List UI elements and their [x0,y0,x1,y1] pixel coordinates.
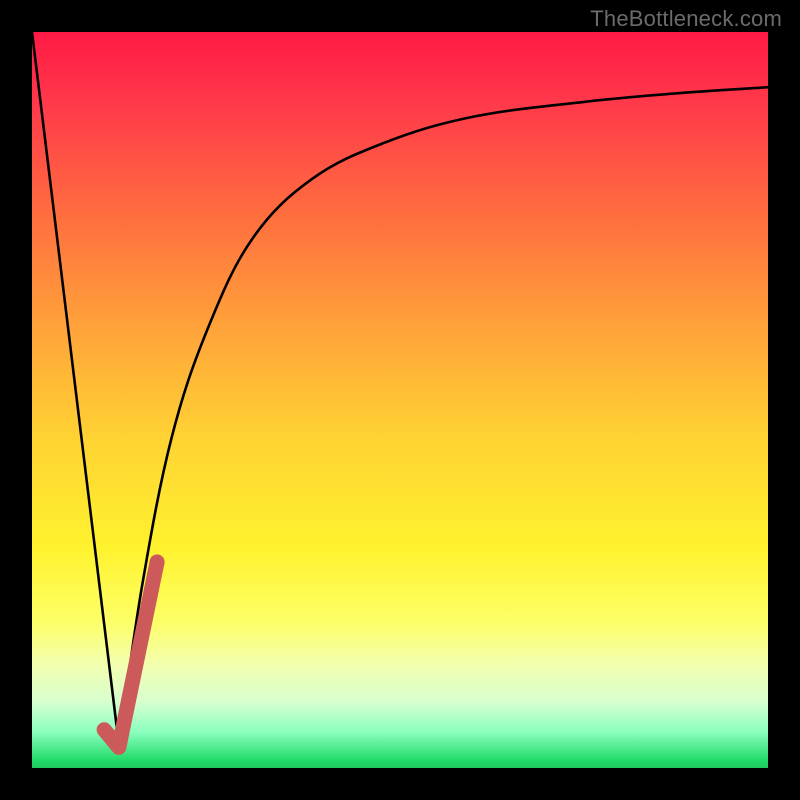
watermark-text: TheBottleneck.com [590,6,782,32]
chart-plot-area [32,32,768,768]
chart-frame: TheBottleneck.com [0,0,800,800]
curve-right [119,87,768,744]
curve-left-descent [32,32,119,744]
marker-j [104,562,157,747]
chart-overlay [32,32,768,768]
